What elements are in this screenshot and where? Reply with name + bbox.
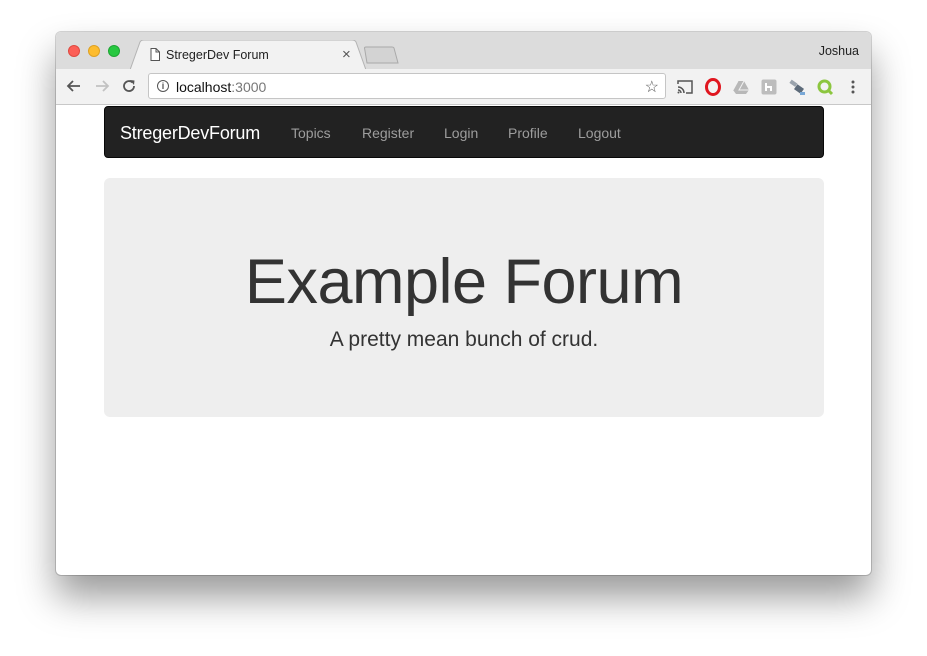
jumbotron: Example Forum A pretty mean bunch of cru… xyxy=(104,178,824,417)
satellite-icon[interactable] xyxy=(788,78,806,96)
reload-icon[interactable] xyxy=(120,77,138,95)
page-title: Example Forum xyxy=(244,247,684,317)
profile-name[interactable]: Joshua xyxy=(819,44,859,58)
zoom-window-button[interactable] xyxy=(108,45,120,57)
info-icon[interactable]: i xyxy=(157,80,169,92)
browser-toolbar: i localhost:3000 ☆ xyxy=(56,69,871,105)
address-bar[interactable]: i localhost:3000 ☆ xyxy=(148,73,666,99)
browser-window: StregerDev Forum × Joshua i localhost:30… xyxy=(56,32,871,575)
tab-stregerdev-forum[interactable]: StregerDev Forum × xyxy=(130,40,366,70)
document-icon xyxy=(150,48,160,61)
more-menu-icon[interactable] xyxy=(844,78,862,96)
extension-icon[interactable] xyxy=(760,78,778,96)
nav-link-login[interactable]: Login xyxy=(444,125,478,141)
tab-close-icon[interactable]: × xyxy=(342,47,351,62)
tab-strip: StregerDev Forum × Joshua xyxy=(56,32,871,70)
url-text[interactable]: localhost:3000 xyxy=(176,79,266,95)
new-tab-button[interactable] xyxy=(364,46,400,64)
nav-link-logout[interactable]: Logout xyxy=(578,125,621,141)
forward-arrow-icon[interactable] xyxy=(93,77,111,95)
drive-icon[interactable] xyxy=(732,78,750,96)
url-port: :3000 xyxy=(231,79,267,95)
site-navbar: StregerDevForum Topics Register Login Pr… xyxy=(104,106,824,158)
navbar-brand[interactable]: StregerDevForum xyxy=(120,123,260,144)
close-window-button[interactable] xyxy=(68,45,80,57)
opera-icon[interactable] xyxy=(704,78,722,96)
tab-title: StregerDev Forum xyxy=(166,48,269,62)
nav-link-register[interactable]: Register xyxy=(362,125,414,141)
cast-icon[interactable] xyxy=(676,78,694,96)
minimize-window-button[interactable] xyxy=(88,45,100,57)
back-arrow-icon[interactable] xyxy=(65,77,83,95)
url-host: localhost xyxy=(176,79,232,95)
q-icon[interactable] xyxy=(816,78,834,96)
nav-link-topics[interactable]: Topics xyxy=(291,125,331,141)
page-subtitle: A pretty mean bunch of crud. xyxy=(329,328,599,351)
nav-link-profile[interactable]: Profile xyxy=(508,125,548,141)
bookmark-star-icon[interactable]: ☆ xyxy=(645,77,659,97)
